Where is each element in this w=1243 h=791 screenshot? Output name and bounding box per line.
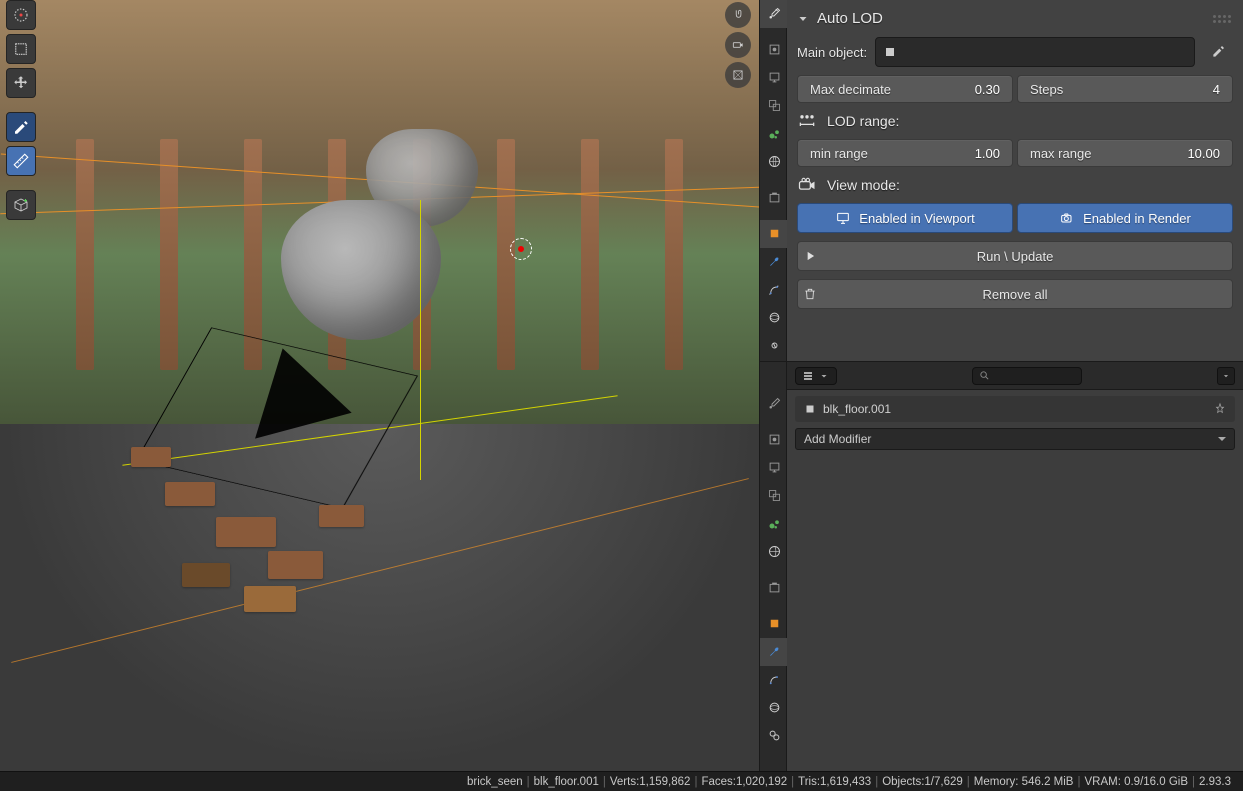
object-data-icon bbox=[882, 44, 898, 60]
particles-tab-icon-2[interactable] bbox=[760, 666, 788, 694]
steps-field[interactable]: Steps 4 bbox=[1017, 75, 1233, 103]
eyedropper-button[interactable] bbox=[1203, 37, 1233, 67]
panel-title: Auto LOD bbox=[817, 10, 883, 27]
view-mode-icon bbox=[797, 175, 817, 195]
status-faces: Faces:1,020,192 bbox=[701, 776, 787, 788]
mesh-icon bbox=[803, 402, 817, 416]
physics-tab-icon-2[interactable] bbox=[760, 694, 788, 722]
status-tris: Tris:1,619,433 bbox=[798, 776, 871, 788]
main-object-label: Main object: bbox=[797, 45, 867, 60]
collapse-icon[interactable] bbox=[797, 13, 809, 25]
enabled-render-toggle[interactable]: Enabled in Render bbox=[1017, 203, 1233, 233]
chevron-down-icon bbox=[818, 370, 830, 382]
breadcrumb-object: blk_floor.001 bbox=[823, 402, 891, 416]
output-tab-icon-2[interactable] bbox=[760, 454, 788, 482]
main-object-field[interactable] bbox=[875, 37, 1195, 67]
cursor-tool[interactable] bbox=[6, 0, 36, 30]
pan-view-icon[interactable] bbox=[725, 2, 751, 28]
trash-icon bbox=[803, 287, 817, 301]
status-vram: VRAM: 0.9/16.0 GiB bbox=[1084, 776, 1188, 788]
world-tab-icon-2[interactable] bbox=[760, 538, 788, 566]
search-icon bbox=[979, 370, 990, 381]
viewlayer-tab-icon[interactable] bbox=[760, 92, 788, 120]
particles-tab-icon[interactable] bbox=[760, 276, 788, 304]
tool-tab-icon-2[interactable] bbox=[760, 390, 788, 418]
properties-tabs-upper bbox=[759, 0, 787, 361]
status-scene: brick_seen bbox=[467, 776, 523, 788]
panel-grip-icon[interactable] bbox=[1213, 15, 1233, 23]
editor-type-select[interactable] bbox=[795, 367, 837, 385]
monitor-icon bbox=[835, 210, 851, 226]
scene-tab-icon-2[interactable] bbox=[760, 510, 788, 538]
status-verts: Verts:1,159,862 bbox=[610, 776, 691, 788]
output-tab-icon[interactable] bbox=[760, 64, 788, 92]
constraint-tab-icon-2[interactable] bbox=[760, 722, 788, 750]
lod-range-icon bbox=[797, 111, 817, 131]
tool-tab-icon[interactable] bbox=[760, 0, 788, 28]
measure-tool[interactable] bbox=[6, 146, 36, 176]
annotate-tool[interactable] bbox=[6, 112, 36, 142]
render-tab-icon-2[interactable] bbox=[760, 426, 788, 454]
enabled-viewport-toggle[interactable]: Enabled in Viewport bbox=[797, 203, 1013, 233]
properties-tabs-lower bbox=[759, 362, 787, 771]
physics-tab-icon[interactable] bbox=[760, 304, 788, 332]
max-range-field[interactable]: max range 10.00 bbox=[1017, 139, 1233, 167]
perspective-toggle-icon[interactable] bbox=[725, 62, 751, 88]
viewlayer-tab-icon-2[interactable] bbox=[760, 482, 788, 510]
cursor-3d bbox=[510, 238, 532, 260]
status-object: blk_floor.001 bbox=[534, 776, 599, 788]
status-memory: Memory: 546.2 MiB bbox=[974, 776, 1074, 788]
modifier-tab-icon[interactable] bbox=[760, 248, 788, 276]
pin-icon[interactable] bbox=[1213, 402, 1227, 416]
status-version: 2.93.3 bbox=[1199, 776, 1231, 788]
properties-editor-icon bbox=[802, 370, 814, 382]
min-range-field[interactable]: min range 1.00 bbox=[797, 139, 1013, 167]
select-box-tool[interactable] bbox=[6, 34, 36, 64]
status-bar: brick_seen| blk_floor.001| Verts:1,159,8… bbox=[0, 771, 1243, 791]
object-tab-icon[interactable] bbox=[760, 220, 788, 248]
add-cube-tool[interactable] bbox=[6, 190, 36, 220]
scene-tab-icon[interactable] bbox=[760, 120, 788, 148]
view-mode-label: View mode: bbox=[827, 177, 900, 193]
lod-range-label: LOD range: bbox=[827, 113, 899, 129]
constraint-tab-icon[interactable] bbox=[760, 332, 788, 360]
camera-icon bbox=[1059, 210, 1075, 226]
play-icon bbox=[803, 249, 817, 263]
move-tool[interactable] bbox=[6, 68, 36, 98]
max-decimate-field[interactable]: Max decimate 0.30 bbox=[797, 75, 1013, 103]
scene-render bbox=[0, 0, 759, 771]
remove-all-button[interactable]: Remove all bbox=[797, 279, 1233, 309]
collection-tab-icon[interactable] bbox=[760, 184, 788, 212]
collection-tab-icon-2[interactable] bbox=[760, 574, 788, 602]
status-objects: Objects:1/7,629 bbox=[882, 776, 963, 788]
render-tab-icon[interactable] bbox=[760, 36, 788, 64]
run-update-button[interactable]: Run \ Update bbox=[797, 241, 1233, 271]
properties-search[interactable] bbox=[972, 367, 1082, 385]
add-modifier-dropdown[interactable]: Add Modifier bbox=[795, 428, 1235, 450]
world-tab-icon[interactable] bbox=[760, 148, 788, 176]
viewport-3d[interactable] bbox=[0, 0, 759, 771]
object-tab-icon-2[interactable] bbox=[760, 610, 788, 638]
modifier-tab-icon-2[interactable] bbox=[760, 638, 788, 666]
camera-view-icon[interactable] bbox=[725, 32, 751, 58]
filter-button[interactable] bbox=[1217, 367, 1235, 385]
